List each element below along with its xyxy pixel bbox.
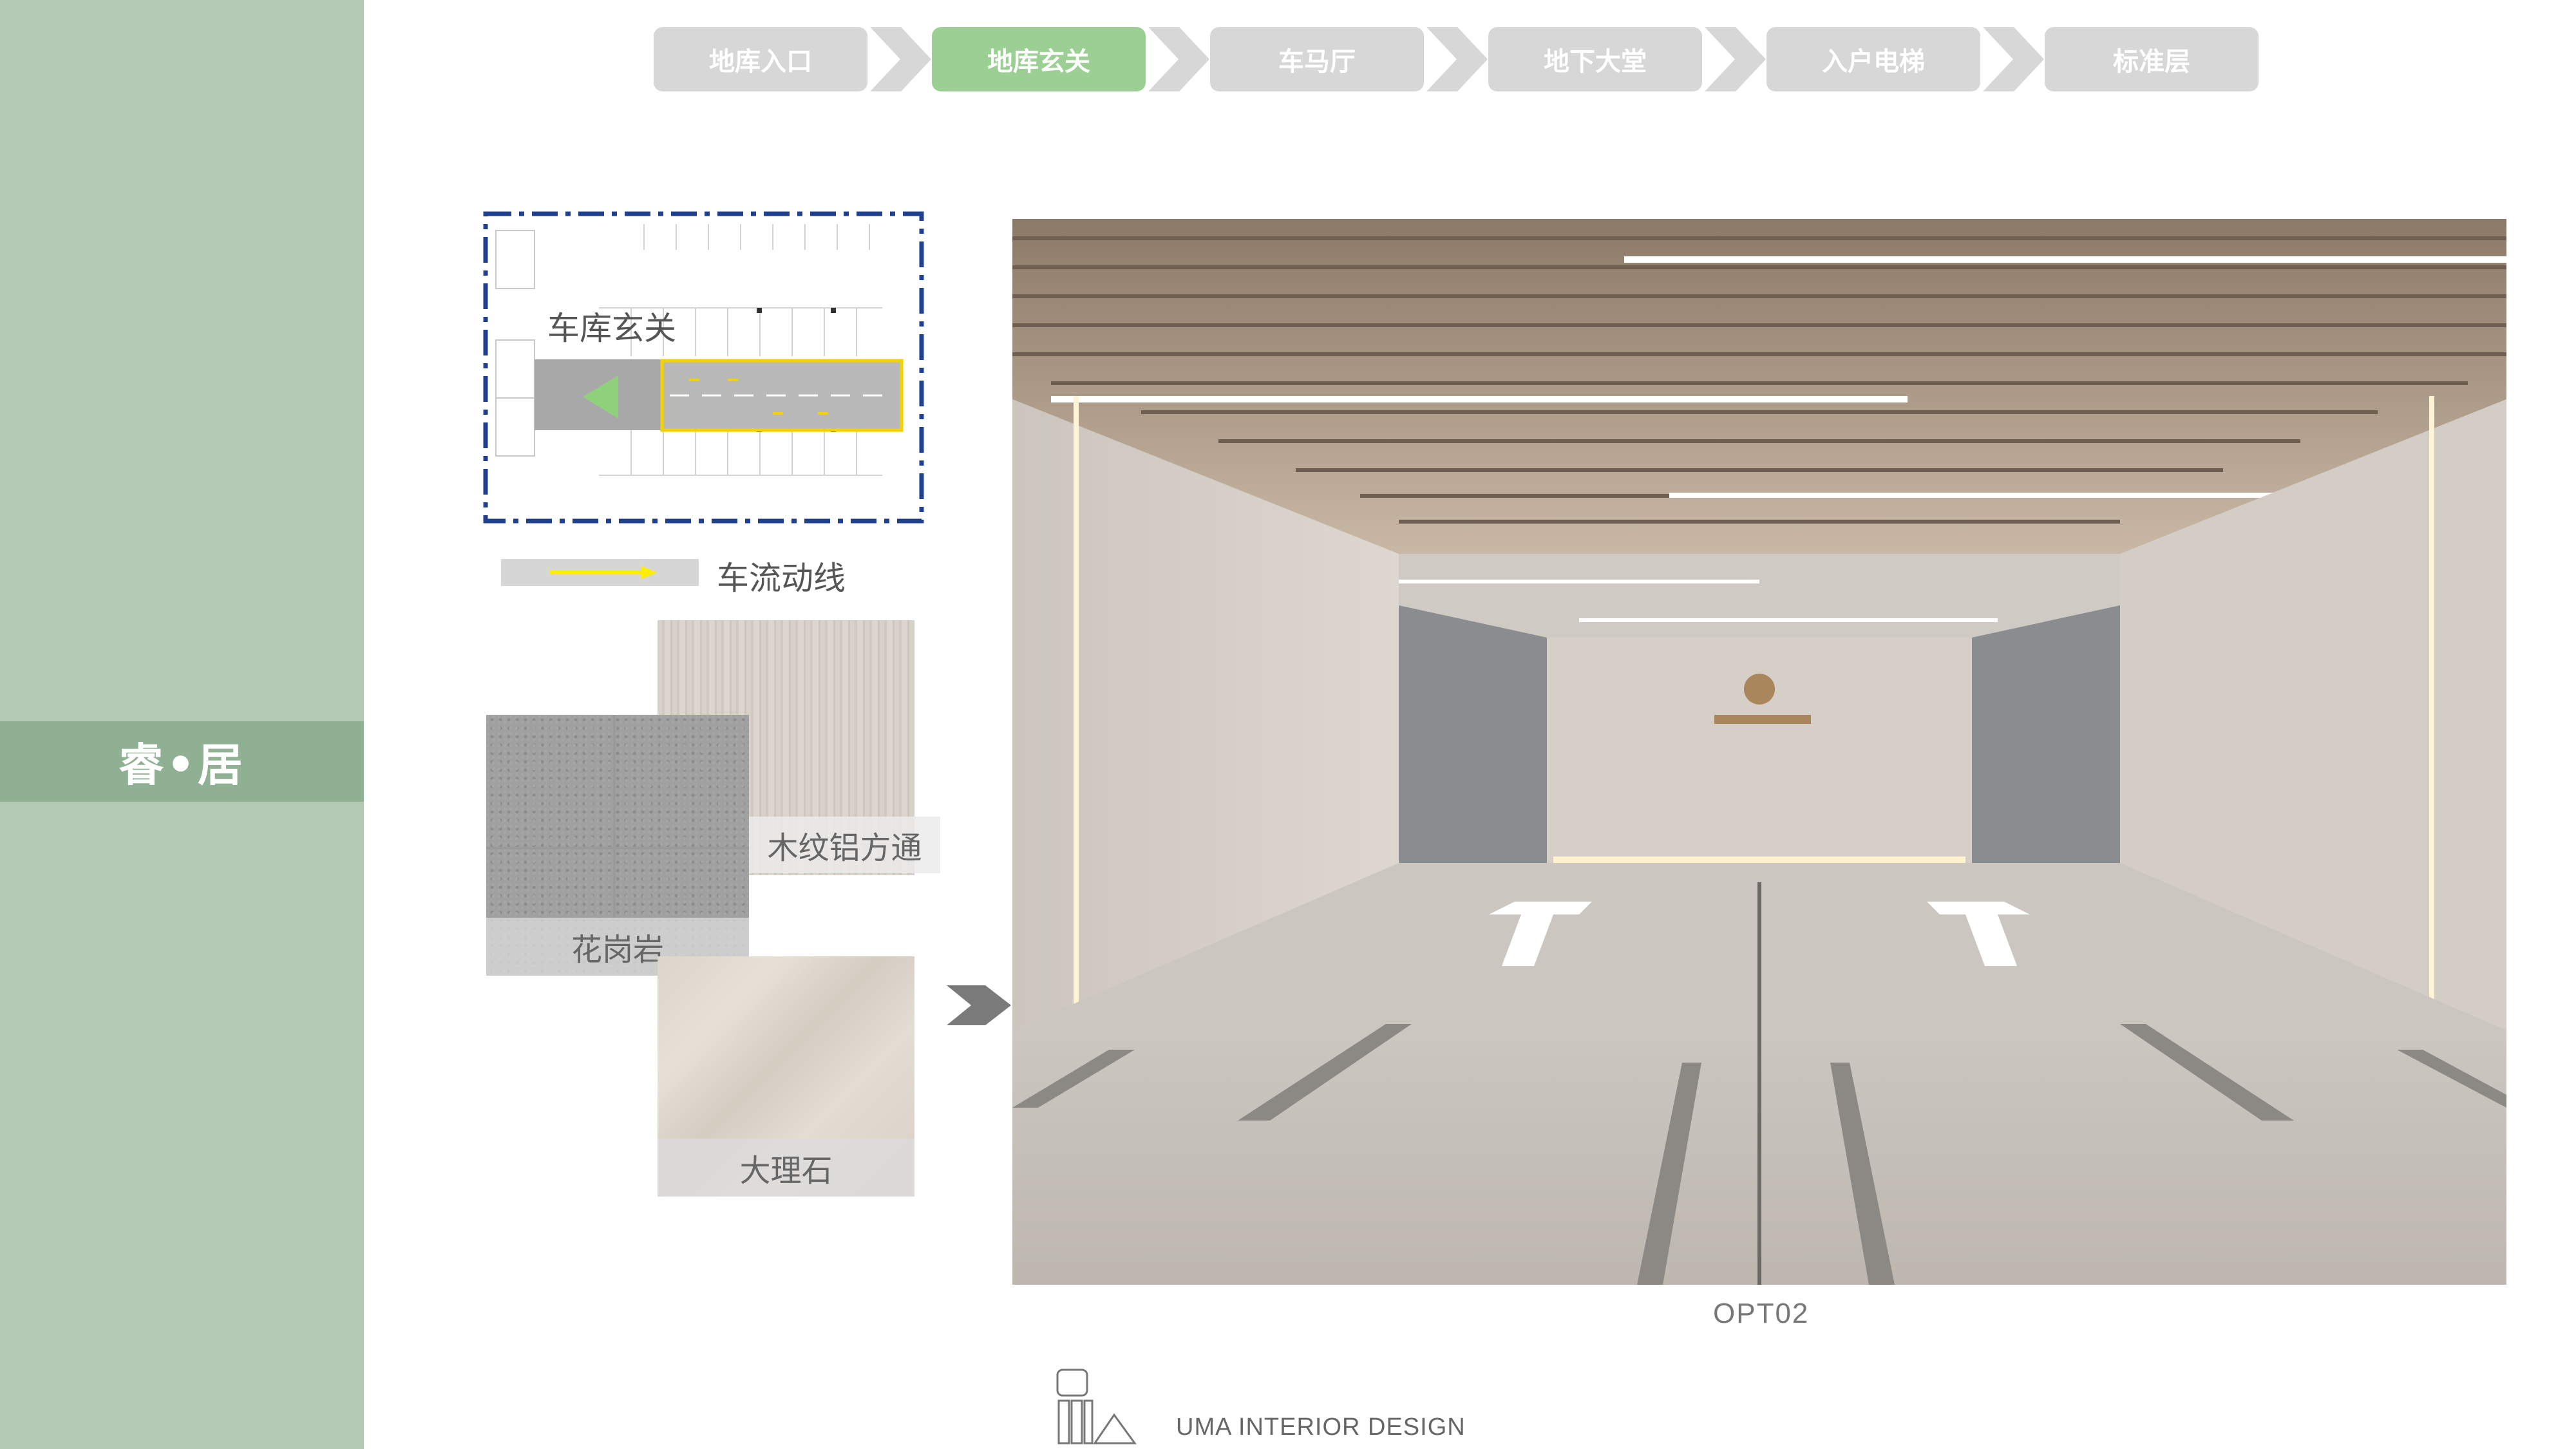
- step-home-elevator[interactable]: 入户电梯: [1766, 27, 1980, 91]
- wood-aluminum-label: 木纹铝方通: [749, 817, 940, 873]
- foyer-rendering: [1012, 219, 2506, 1285]
- brand-band: 睿•居: [0, 721, 364, 802]
- flow-legend-label: 车流动线: [717, 560, 846, 597]
- chevron-right-icon: [1148, 27, 1209, 91]
- step-garage-foyer[interactable]: 地库玄关: [932, 27, 1146, 91]
- company-logo: [1056, 1368, 1137, 1444]
- step-standard-floor[interactable]: 标准层: [2045, 27, 2259, 91]
- company-name: UMA INTERIOR DESIGN: [1176, 1414, 1466, 1441]
- chevron-right-icon: [1983, 27, 2044, 91]
- brand-title: 睿•居: [118, 739, 245, 791]
- marble-label: 大理石: [658, 1139, 914, 1197]
- chevron-right-icon: [1705, 27, 1766, 91]
- flow-legend-swatch: [501, 559, 699, 586]
- marble-swatch: 大理石: [658, 956, 914, 1197]
- step-garage-entrance[interactable]: 地库入口: [654, 27, 867, 91]
- garage-floor-plan: [483, 211, 924, 524]
- step-carriage-hall[interactable]: 车马厅: [1210, 27, 1424, 91]
- plan-area-label: 车库玄关: [547, 310, 676, 347]
- chevron-right-icon: [870, 27, 931, 91]
- rendering-image: [1012, 219, 2506, 1285]
- step-underground-lobby[interactable]: 地下大堂: [1488, 27, 1702, 91]
- chevron-right-icon: [1426, 27, 1488, 91]
- pointer-arrow-icon: [947, 985, 1011, 1025]
- arrow-right-icon: [549, 566, 657, 579]
- rendering-caption: OPT02: [1713, 1298, 1810, 1329]
- sidebar: 睿•居: [0, 0, 364, 1449]
- granite-swatch: 花岗岩: [486, 715, 749, 976]
